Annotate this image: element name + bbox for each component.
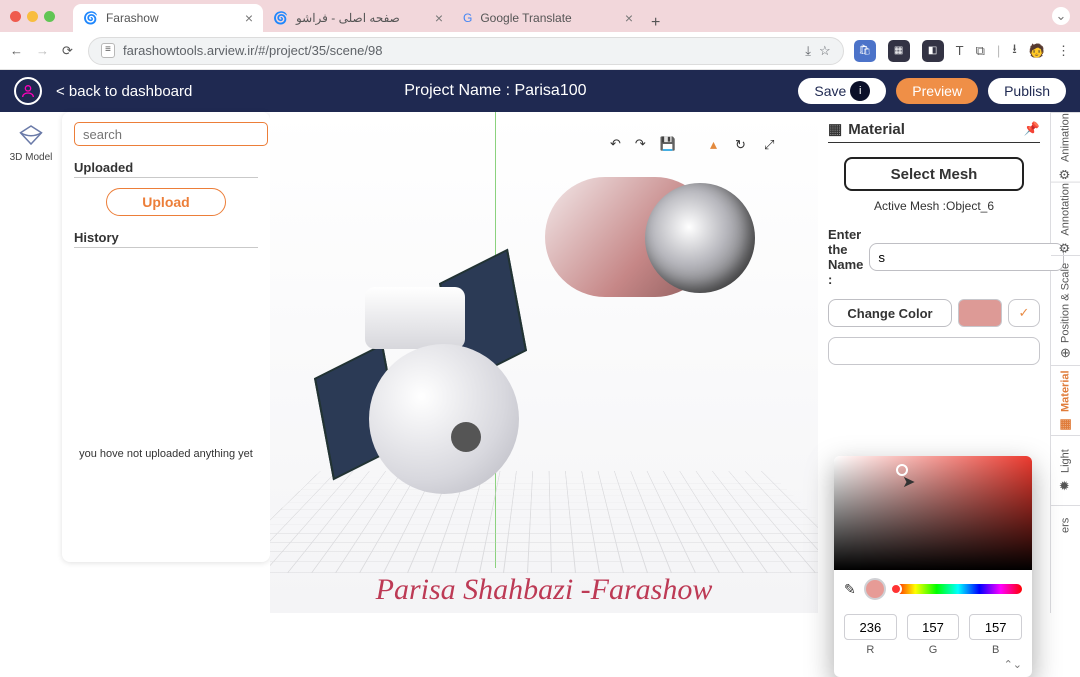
tab-translate[interactable]: G Google Translate × — [453, 4, 643, 32]
ext-icon-3[interactable]: ◧ — [922, 40, 944, 62]
tab-title: صفحه اصلی - فراشو — [296, 11, 400, 25]
uploaded-header: Uploaded — [74, 160, 258, 178]
main-area: 3D Model ✕ Uploaded Upload History you h… — [0, 112, 1080, 613]
confirm-color-button[interactable]: ✓ — [1008, 299, 1040, 327]
target-icon: ⊕ — [1060, 345, 1071, 360]
material-icon: ▦ — [1058, 415, 1073, 430]
3d-model-label: 3D Model — [10, 152, 53, 163]
b-label: B — [969, 644, 1022, 656]
hue-handle[interactable] — [890, 583, 902, 595]
color-preview — [864, 578, 886, 600]
ext-icon-sq[interactable]: ⧉ — [976, 43, 985, 59]
browser-tab-strip: 🌀 Farashow × 🌀 صفحه اصلی - فراشو × G Goo… — [0, 0, 1080, 32]
tab-favicon: 🌀 — [83, 11, 98, 25]
g-input[interactable] — [907, 614, 960, 640]
asset-panel: ✕ Uploaded Upload History you hove not u… — [62, 112, 270, 562]
tab-title: Farashow — [106, 11, 159, 25]
rail-position-scale[interactable]: ⊕Position & Scale — [1051, 255, 1080, 365]
r-input[interactable] — [844, 614, 897, 640]
b-input[interactable] — [969, 614, 1022, 640]
rail-more[interactable]: ers — [1051, 505, 1080, 545]
watermark-text: Parisa Shahbazi -Farashow — [270, 573, 818, 607]
publish-button[interactable]: Publish — [988, 78, 1066, 104]
preview-button[interactable]: Preview — [896, 78, 978, 104]
tab-close-icon[interactable]: × — [625, 10, 633, 26]
extra-field[interactable] — [828, 337, 1040, 365]
site-info-icon[interactable]: ≡ — [101, 43, 115, 58]
ext-icon-1[interactable]: 🛍 — [854, 40, 876, 62]
ext-icon-2[interactable]: ▦ — [888, 40, 910, 62]
scale-tool-icon[interactable]: ⤢ — [764, 137, 774, 153]
eyedropper-icon[interactable]: ✎ — [844, 581, 856, 598]
mode-rail: 3D Model — [0, 112, 62, 613]
rail-light[interactable]: ✹Light — [1051, 435, 1080, 505]
color-swatch[interactable] — [958, 299, 1002, 327]
save-label: Save — [814, 83, 846, 99]
tab-close-icon[interactable]: × — [435, 10, 443, 26]
tab-close-icon[interactable]: × — [245, 10, 253, 26]
forward-icon[interactable]: → — [36, 43, 52, 59]
r-label: R — [844, 644, 897, 656]
download-icon[interactable]: ⭳ — [1012, 40, 1017, 62]
reload-icon[interactable]: ⟳ — [62, 43, 78, 59]
material-icon: ▦ — [828, 120, 842, 138]
star-icon[interactable]: ☆ — [819, 43, 831, 59]
active-mesh-label: Active Mesh :Object_6 — [828, 199, 1040, 213]
window-controls — [10, 11, 55, 22]
menu-dots-icon[interactable]: ⋮ — [1057, 43, 1070, 59]
user-avatar-icon[interactable] — [14, 77, 42, 105]
address-bar[interactable]: ≡ farashowtools.arview.ir/#/project/35/s… — [88, 37, 844, 65]
tab-second[interactable]: 🌀 صفحه اصلی - فراشو × — [263, 4, 453, 32]
rail-annotation[interactable]: ⚙Annotation — [1051, 182, 1080, 255]
tabs: 🌀 Farashow × 🌀 صفحه اصلی - فراشو × G Goo… — [73, 0, 660, 32]
search-input[interactable] — [74, 122, 268, 146]
ext-icon-t[interactable]: T — [956, 43, 964, 58]
app-top-bar: < back to dashboard Project Name : Paris… — [0, 70, 1080, 112]
history-header: History — [74, 230, 258, 248]
mesh-name-input[interactable] — [869, 243, 1064, 271]
g-label: G — [907, 644, 960, 656]
tab-favicon: G — [463, 11, 472, 25]
uploaded-empty-msg: you hove not uploaded anything yet — [74, 448, 258, 460]
3d-model-icon[interactable] — [16, 122, 46, 148]
tab-title: Google Translate — [480, 11, 571, 25]
select-mesh-button[interactable]: Select Mesh — [844, 157, 1024, 191]
saturation-field[interactable]: ➤ — [834, 456, 1032, 570]
back-icon[interactable]: ← — [10, 43, 26, 59]
gear-icon: ⚙ — [1058, 166, 1073, 181]
back-to-dashboard-link[interactable]: < back to dashboard — [56, 83, 192, 100]
panel-title: Material — [848, 121, 905, 138]
profile-avatar[interactable]: 🧑 — [1029, 43, 1045, 59]
close-window[interactable] — [10, 11, 21, 22]
extensions: 🛍 ▦ ◧ T ⧉ | ⭳ 🧑 ⋮ — [854, 40, 1070, 62]
project-name-label: Project Name : Parisa100 — [192, 82, 798, 100]
format-toggle[interactable]: ⌃⌄ — [834, 658, 1032, 677]
hue-slider[interactable] — [894, 584, 1022, 594]
save-info-icon[interactable]: i — [850, 81, 870, 101]
tab-favicon: 🌀 — [273, 11, 288, 25]
rail-material[interactable]: ▦Material — [1051, 365, 1080, 435]
minimize-window[interactable] — [27, 11, 38, 22]
new-tab-button[interactable]: + — [651, 14, 660, 32]
gear-icon: ⚙ — [1058, 240, 1073, 255]
upload-button[interactable]: Upload — [106, 188, 226, 216]
tab-overflow-icon[interactable]: ⌄ — [1052, 7, 1070, 25]
right-tab-rail: ⚙Animation ⚙Annotation ⊕Position & Scale… — [1050, 112, 1080, 613]
install-app-icon[interactable]: ⤓ — [805, 43, 811, 59]
cursor-icon: ➤ — [902, 472, 915, 492]
browser-toolbar: ← → ⟳ ≡ farashowtools.arview.ir/#/projec… — [0, 32, 1080, 70]
3d-viewport[interactable]: ↶ ↷ 💾 ▴ ↻ ⤢ Parisa Shahbazi -Farashow — [270, 112, 818, 613]
pin-icon[interactable]: 📌 — [1024, 121, 1040, 137]
light-icon: ✹ — [1058, 477, 1073, 492]
save-button[interactable]: Save i — [798, 78, 886, 104]
maximize-window[interactable] — [44, 11, 55, 22]
color-picker-popover: ➤ ✎ R G B ⌃⌄ — [834, 456, 1032, 677]
ground-grid — [270, 471, 818, 573]
name-label: Enter the Name : — [828, 227, 863, 287]
rail-animation[interactable]: ⚙Animation — [1051, 112, 1080, 182]
change-color-button[interactable]: Change Color — [828, 299, 952, 327]
object-satellite[interactable] — [295, 232, 555, 482]
tab-farashow[interactable]: 🌀 Farashow × — [73, 4, 263, 32]
url-text: farashowtools.arview.ir/#/project/35/sce… — [123, 43, 382, 58]
